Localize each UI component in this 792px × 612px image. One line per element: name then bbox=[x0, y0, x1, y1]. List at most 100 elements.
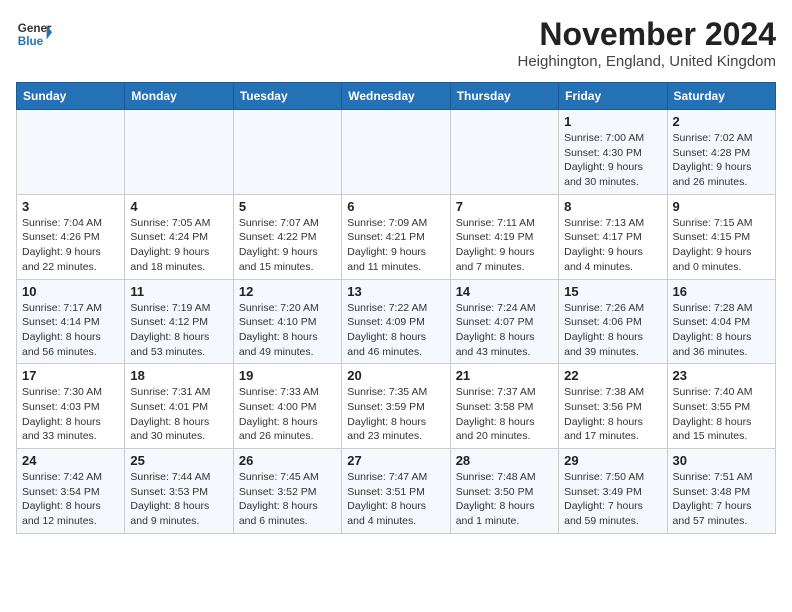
day-number: 29 bbox=[564, 453, 661, 468]
day-number: 21 bbox=[456, 368, 553, 383]
calendar-cell: 22 Sunrise: 7:38 AM Sunset: 3:56 PM Dayli… bbox=[559, 364, 667, 449]
day-info: Sunrise: 7:07 AM Sunset: 4:22 PM Dayligh… bbox=[239, 216, 336, 275]
calendar-cell: 1 Sunrise: 7:00 AM Sunset: 4:30 PM Daylig… bbox=[559, 110, 667, 195]
day-info: Sunrise: 7:13 AM Sunset: 4:17 PM Dayligh… bbox=[564, 216, 661, 275]
calendar-cell: 19 Sunrise: 7:33 AM Sunset: 4:00 PM Dayli… bbox=[233, 364, 341, 449]
calendar-cell: 29 Sunrise: 7:50 AM Sunset: 3:49 PM Dayli… bbox=[559, 449, 667, 534]
day-number: 6 bbox=[347, 199, 444, 214]
weekday-header-friday: Friday bbox=[559, 83, 667, 110]
calendar-cell: 8 Sunrise: 7:13 AM Sunset: 4:17 PM Daylig… bbox=[559, 194, 667, 279]
day-number: 3 bbox=[22, 199, 119, 214]
logo: General Blue bbox=[16, 16, 52, 52]
calendar-cell: 10 Sunrise: 7:17 AM Sunset: 4:14 PM Dayli… bbox=[17, 279, 125, 364]
day-number: 19 bbox=[239, 368, 336, 383]
day-number: 17 bbox=[22, 368, 119, 383]
calendar-table: SundayMondayTuesdayWednesdayThursdayFrid… bbox=[16, 82, 776, 534]
day-info: Sunrise: 7:22 AM Sunset: 4:09 PM Dayligh… bbox=[347, 301, 444, 360]
day-info: Sunrise: 7:40 AM Sunset: 3:55 PM Dayligh… bbox=[673, 385, 770, 444]
day-info: Sunrise: 7:11 AM Sunset: 4:19 PM Dayligh… bbox=[456, 216, 553, 275]
calendar-cell: 24Sunrise: 7:42 AM Sunset: 3:54 PM Dayli… bbox=[17, 449, 125, 534]
calendar-cell bbox=[17, 110, 125, 195]
day-info: Sunrise: 7:04 AM Sunset: 4:26 PM Dayligh… bbox=[22, 216, 119, 275]
day-number: 26 bbox=[239, 453, 336, 468]
day-number: 4 bbox=[130, 199, 227, 214]
day-info: Sunrise: 7:17 AM Sunset: 4:14 PM Dayligh… bbox=[22, 301, 119, 360]
month-year-title: November 2024 bbox=[517, 16, 776, 53]
day-info: Sunrise: 7:48 AM Sunset: 3:50 PM Dayligh… bbox=[456, 470, 553, 529]
calendar-cell: 4Sunrise: 7:05 AM Sunset: 4:24 PM Daylig… bbox=[125, 194, 233, 279]
day-number: 10 bbox=[22, 284, 119, 299]
day-info: Sunrise: 7:38 AM Sunset: 3:56 PM Dayligh… bbox=[564, 385, 661, 444]
calendar-cell: 6 Sunrise: 7:09 AM Sunset: 4:21 PM Daylig… bbox=[342, 194, 450, 279]
day-number: 30 bbox=[673, 453, 770, 468]
day-info: Sunrise: 7:09 AM Sunset: 4:21 PM Dayligh… bbox=[347, 216, 444, 275]
day-number: 18 bbox=[130, 368, 227, 383]
day-number: 22 bbox=[564, 368, 661, 383]
day-info: Sunrise: 7:45 AM Sunset: 3:52 PM Dayligh… bbox=[239, 470, 336, 529]
day-number: 1 bbox=[564, 114, 661, 129]
day-info: Sunrise: 7:00 AM Sunset: 4:30 PM Dayligh… bbox=[564, 131, 661, 190]
day-info: Sunrise: 7:42 AM Sunset: 3:54 PM Dayligh… bbox=[22, 470, 119, 529]
calendar-cell: 7 Sunrise: 7:11 AM Sunset: 4:19 PM Daylig… bbox=[450, 194, 558, 279]
day-number: 7 bbox=[456, 199, 553, 214]
day-info: Sunrise: 7:28 AM Sunset: 4:04 PM Dayligh… bbox=[673, 301, 770, 360]
day-number: 8 bbox=[564, 199, 661, 214]
day-info: Sunrise: 7:50 AM Sunset: 3:49 PM Dayligh… bbox=[564, 470, 661, 529]
day-info: Sunrise: 7:26 AM Sunset: 4:06 PM Dayligh… bbox=[564, 301, 661, 360]
weekday-header-thursday: Thursday bbox=[450, 83, 558, 110]
calendar-cell bbox=[125, 110, 233, 195]
logo-icon: General Blue bbox=[16, 16, 52, 52]
location-subtitle: Heighington, England, United Kingdom bbox=[517, 53, 776, 70]
calendar-cell: 13 Sunrise: 7:22 AM Sunset: 4:09 PM Dayli… bbox=[342, 279, 450, 364]
calendar-cell: 30 Sunrise: 7:51 AM Sunset: 3:48 PM Dayli… bbox=[667, 449, 775, 534]
day-info: Sunrise: 7:24 AM Sunset: 4:07 PM Dayligh… bbox=[456, 301, 553, 360]
day-info: Sunrise: 7:35 AM Sunset: 3:59 PM Dayligh… bbox=[347, 385, 444, 444]
calendar-cell: 20 Sunrise: 7:35 AM Sunset: 3:59 PM Dayli… bbox=[342, 364, 450, 449]
day-number: 13 bbox=[347, 284, 444, 299]
calendar-cell: 9 Sunrise: 7:15 AM Sunset: 4:15 PM Daylig… bbox=[667, 194, 775, 279]
calendar-week-row: 3 Sunrise: 7:04 AM Sunset: 4:26 PM Daylig… bbox=[17, 194, 776, 279]
day-number: 12 bbox=[239, 284, 336, 299]
day-info: Sunrise: 7:51 AM Sunset: 3:48 PM Dayligh… bbox=[673, 470, 770, 529]
day-number: 20 bbox=[347, 368, 444, 383]
day-info: Sunrise: 7:30 AM Sunset: 4:03 PM Dayligh… bbox=[22, 385, 119, 444]
svg-text:Blue: Blue bbox=[18, 35, 44, 48]
day-number: 16 bbox=[673, 284, 770, 299]
calendar-cell bbox=[233, 110, 341, 195]
page-header: General Blue November 2024 Heighington, … bbox=[16, 16, 776, 70]
calendar-cell: 28 Sunrise: 7:48 AM Sunset: 3:50 PM Dayli… bbox=[450, 449, 558, 534]
day-info: Sunrise: 7:37 AM Sunset: 3:58 PM Dayligh… bbox=[456, 385, 553, 444]
weekday-header-tuesday: Tuesday bbox=[233, 83, 341, 110]
calendar-cell: 16 Sunrise: 7:28 AM Sunset: 4:04 PM Dayli… bbox=[667, 279, 775, 364]
weekday-header-saturday: Saturday bbox=[667, 83, 775, 110]
day-number: 2 bbox=[673, 114, 770, 129]
title-area: November 2024 Heighington, England, Unit… bbox=[517, 16, 776, 70]
day-number: 28 bbox=[456, 453, 553, 468]
day-info: Sunrise: 7:33 AM Sunset: 4:00 PM Dayligh… bbox=[239, 385, 336, 444]
calendar-cell: 5Sunrise: 7:07 AM Sunset: 4:22 PM Daylig… bbox=[233, 194, 341, 279]
calendar-cell: 17 Sunrise: 7:30 AM Sunset: 4:03 PM Dayli… bbox=[17, 364, 125, 449]
calendar-cell: 12Sunrise: 7:20 AM Sunset: 4:10 PM Dayli… bbox=[233, 279, 341, 364]
calendar-cell: 14 Sunrise: 7:24 AM Sunset: 4:07 PM Dayli… bbox=[450, 279, 558, 364]
day-number: 11 bbox=[130, 284, 227, 299]
calendar-cell: 11 Sunrise: 7:19 AM Sunset: 4:12 PM Dayli… bbox=[125, 279, 233, 364]
calendar-cell: 23 Sunrise: 7:40 AM Sunset: 3:55 PM Dayli… bbox=[667, 364, 775, 449]
day-number: 23 bbox=[673, 368, 770, 383]
calendar-cell: 21 Sunrise: 7:37 AM Sunset: 3:58 PM Dayli… bbox=[450, 364, 558, 449]
calendar-cell: 18 Sunrise: 7:31 AM Sunset: 4:01 PM Dayli… bbox=[125, 364, 233, 449]
calendar-cell: 3 Sunrise: 7:04 AM Sunset: 4:26 PM Daylig… bbox=[17, 194, 125, 279]
day-number: 27 bbox=[347, 453, 444, 468]
calendar-cell: 2 Sunrise: 7:02 AM Sunset: 4:28 PM Daylig… bbox=[667, 110, 775, 195]
calendar-cell bbox=[450, 110, 558, 195]
calendar-week-row: 10 Sunrise: 7:17 AM Sunset: 4:14 PM Dayli… bbox=[17, 279, 776, 364]
day-info: Sunrise: 7:19 AM Sunset: 4:12 PM Dayligh… bbox=[130, 301, 227, 360]
day-info: Sunrise: 7:02 AM Sunset: 4:28 PM Dayligh… bbox=[673, 131, 770, 190]
calendar-cell: 15 Sunrise: 7:26 AM Sunset: 4:06 PM Dayli… bbox=[559, 279, 667, 364]
day-info: Sunrise: 7:31 AM Sunset: 4:01 PM Dayligh… bbox=[130, 385, 227, 444]
day-info: Sunrise: 7:15 AM Sunset: 4:15 PM Dayligh… bbox=[673, 216, 770, 275]
day-number: 14 bbox=[456, 284, 553, 299]
day-number: 15 bbox=[564, 284, 661, 299]
day-number: 25 bbox=[130, 453, 227, 468]
day-number: 9 bbox=[673, 199, 770, 214]
calendar-week-row: 17 Sunrise: 7:30 AM Sunset: 4:03 PM Dayli… bbox=[17, 364, 776, 449]
